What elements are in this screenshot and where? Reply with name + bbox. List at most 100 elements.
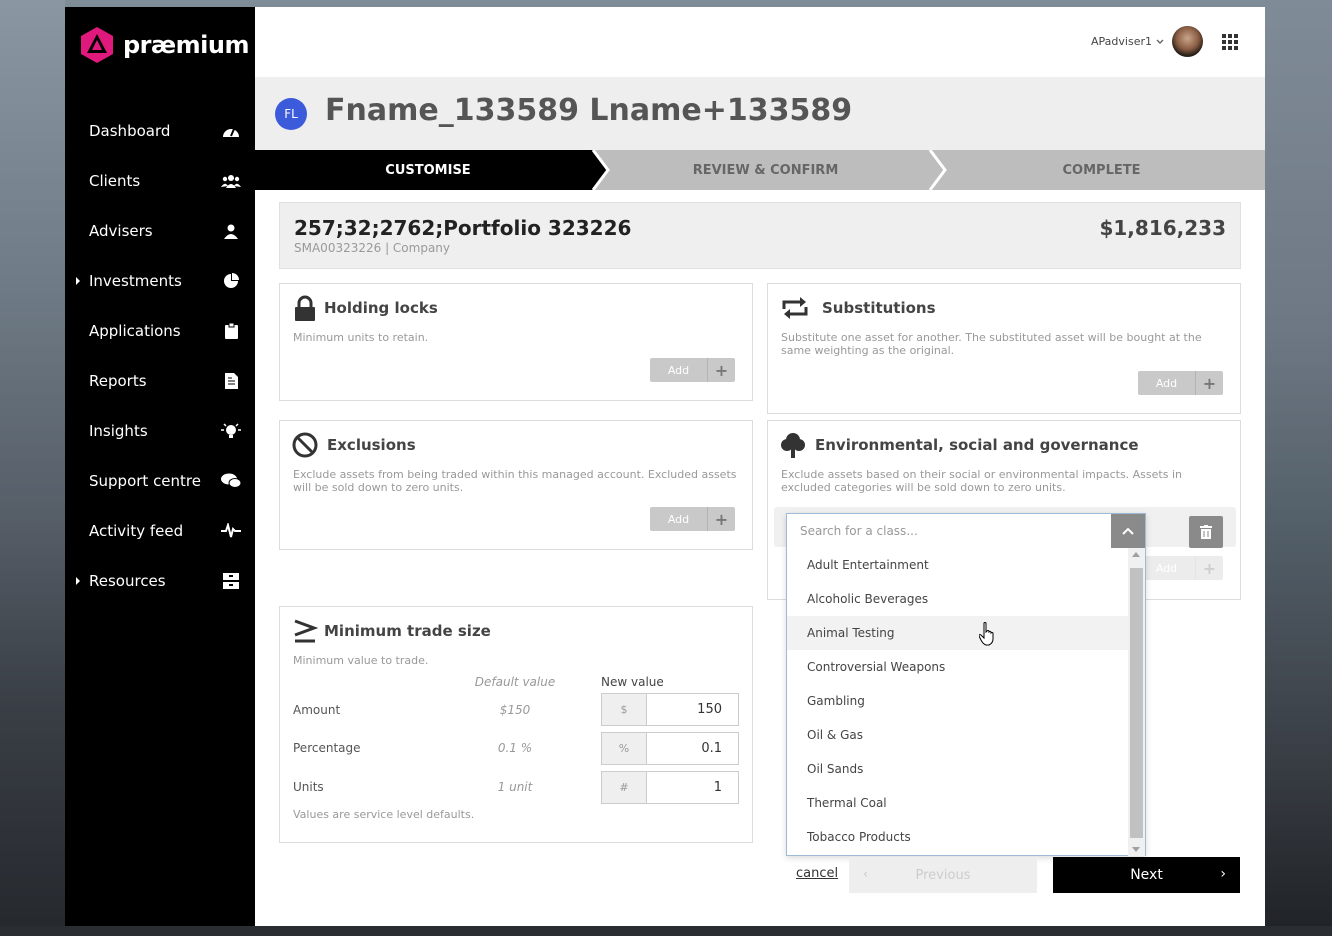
card-description: Exclude assets based on their social or … <box>781 468 1182 494</box>
add-label: Add <box>667 512 690 526</box>
portfolio-subtitle: SMA00323226 | Company <box>294 241 451 255</box>
new-value-header: New value <box>601 675 664 689</box>
class-option-controversial-weapons[interactable]: Controversial Weapons <box>787 650 1130 684</box>
sidebar-nav: Dashboard Clients Advisers Investments A… <box>65 106 255 606</box>
user-menu[interactable]: APadviser1 <box>1091 35 1164 48</box>
tree-icon <box>781 433 805 458</box>
add-substitution-button[interactable]: Add + <box>1138 371 1223 395</box>
ban-icon <box>292 432 318 458</box>
units-default: 1 unit <box>497 780 533 794</box>
chevron-up-icon <box>1122 527 1134 535</box>
class-option-animal-testing[interactable]: Animal Testing <box>787 616 1130 650</box>
chevron-right-icon: › <box>1220 866 1226 882</box>
sidebar-item-insights[interactable]: Insights <box>65 406 255 456</box>
add-label: Add <box>667 363 690 377</box>
card-title: Minimum trade size <box>324 622 491 640</box>
sidebar-item-dashboard[interactable]: Dashboard <box>65 106 255 156</box>
pie-chart-icon <box>221 271 241 291</box>
amount-value: 150 <box>697 702 722 717</box>
step-review-confirm: REVIEW & CONFIRM <box>692 162 839 178</box>
plus-icon: + <box>707 507 735 531</box>
sidebar-item-applications[interactable]: Applications <box>65 306 255 356</box>
class-option-gambling[interactable]: Gambling <box>787 684 1130 718</box>
plus-icon: + <box>1195 556 1223 580</box>
background-right <box>1265 0 1332 936</box>
avatar[interactable] <box>1172 26 1203 57</box>
percentage-label: Percentage <box>293 741 361 755</box>
amount-default: $150 <box>499 703 531 717</box>
dropdown-toggle[interactable] <box>1111 514 1145 548</box>
sidebar-item-resources[interactable]: Resources <box>65 556 255 606</box>
previous-button[interactable]: ‹ Previous <box>849 857 1037 893</box>
swap-icon <box>782 297 808 319</box>
amount-input[interactable]: $ 150 <box>601 693 739 726</box>
card-description: Substitute one asset for another. The su… <box>781 331 1202 357</box>
class-option-oil-gas[interactable]: Oil & Gas <box>787 718 1130 752</box>
previous-label: Previous <box>915 867 971 883</box>
class-dropdown[interactable]: Search for a class... Adult Entertainmen… <box>786 513 1146 856</box>
greater-equal-icon <box>294 619 318 643</box>
scrollbar-thumb[interactable] <box>1130 568 1143 838</box>
lock-icon <box>295 295 315 321</box>
class-option-alcoholic-beverages[interactable]: Alcoholic Beverages <box>787 582 1130 616</box>
add-holding-lock-button[interactable]: Add + <box>650 358 735 382</box>
portfolio-title: 257;32;2762;Portfolio 323226 <box>294 216 632 240</box>
delete-button[interactable] <box>1189 516 1223 548</box>
client-header: FL Fname_133589 Lname+133589 <box>255 77 1265 150</box>
sidebar-item-reports[interactable]: Reports <box>65 356 255 406</box>
logo[interactable]: præmium <box>79 25 250 65</box>
main-content: 257;32;2762;Portfolio 323226 SMA00323226… <box>255 190 1265 926</box>
user-icon <box>221 221 241 241</box>
sidebar-item-advisers[interactable]: Advisers <box>65 206 255 256</box>
speedometer-icon <box>221 121 241 141</box>
sidebar-item-activity-feed[interactable]: Activity feed <box>65 506 255 556</box>
minimum-trade-size-card: Minimum trade size Minimum value to trad… <box>279 606 753 843</box>
class-option-tobacco-products[interactable]: Tobacco Products <box>787 820 1130 854</box>
units-value: 1 <box>713 780 722 795</box>
percentage-input[interactable]: % 0.1 <box>601 732 739 765</box>
add-exclusion-button[interactable]: Add + <box>650 507 735 531</box>
caret-right-icon <box>76 577 80 585</box>
hash-prefix: # <box>602 772 647 803</box>
card-title: Holding locks <box>324 299 438 317</box>
class-search-input[interactable]: Search for a class... <box>787 514 1113 548</box>
sidebar-item-investments[interactable]: Investments <box>65 256 255 306</box>
next-label: Next <box>1130 867 1163 883</box>
percentage-default: 0.1 % <box>497 741 533 755</box>
dollar-prefix: $ <box>602 694 647 725</box>
progress-steps: CUSTOMISE REVIEW & CONFIRM COMPLETE <box>255 150 1265 190</box>
card-description: Minimum value to trade. <box>293 654 429 667</box>
chevron-left-icon: ‹ <box>863 867 869 882</box>
class-option-thermal-coal[interactable]: Thermal Coal <box>787 786 1130 820</box>
card-description: Exclude assets from being traded within … <box>293 468 737 494</box>
dropdown-scrollbar[interactable] <box>1128 548 1145 856</box>
holding-locks-card: Holding locks Minimum units to retain. A… <box>279 283 753 401</box>
top-bar: APadviser1 <box>255 7 1265 77</box>
sidebar-item-support-centre[interactable]: Support centre <box>65 456 255 506</box>
units-input[interactable]: # 1 <box>601 771 739 804</box>
portfolio-value: $1,816,233 <box>1099 216 1226 240</box>
card-description: Minimum units to retain. <box>293 331 429 344</box>
chevron-down-icon <box>1156 39 1164 44</box>
scroll-down-icon[interactable] <box>1132 847 1140 852</box>
units-label: Units <box>293 780 324 794</box>
cancel-link[interactable]: cancel <box>796 866 838 881</box>
scroll-up-icon[interactable] <box>1132 552 1140 557</box>
class-option-oil-sands[interactable]: Oil Sands <box>787 752 1130 786</box>
brand-name: præmium <box>123 31 250 59</box>
page-title: Fname_133589 Lname+133589 <box>325 93 853 128</box>
clipboard-icon <box>221 321 241 341</box>
sidebar-item-clients[interactable]: Clients <box>65 156 255 206</box>
hand-cursor-icon <box>979 622 994 646</box>
lightbulb-icon <box>221 421 241 441</box>
sidebar: præmium Dashboard Clients Advisers Inves… <box>65 7 255 926</box>
plus-icon: + <box>1195 371 1223 395</box>
add-label: Add <box>1155 561 1178 575</box>
client-initials-badge: FL <box>275 98 307 130</box>
username: APadviser1 <box>1091 35 1152 48</box>
trash-icon <box>1200 525 1212 539</box>
grid-icon[interactable] <box>1222 34 1238 50</box>
class-option-adult-entertainment[interactable]: Adult Entertainment <box>787 548 1130 582</box>
next-button[interactable]: Next › <box>1053 857 1240 893</box>
add-esg-button[interactable]: Add + <box>1138 556 1223 580</box>
